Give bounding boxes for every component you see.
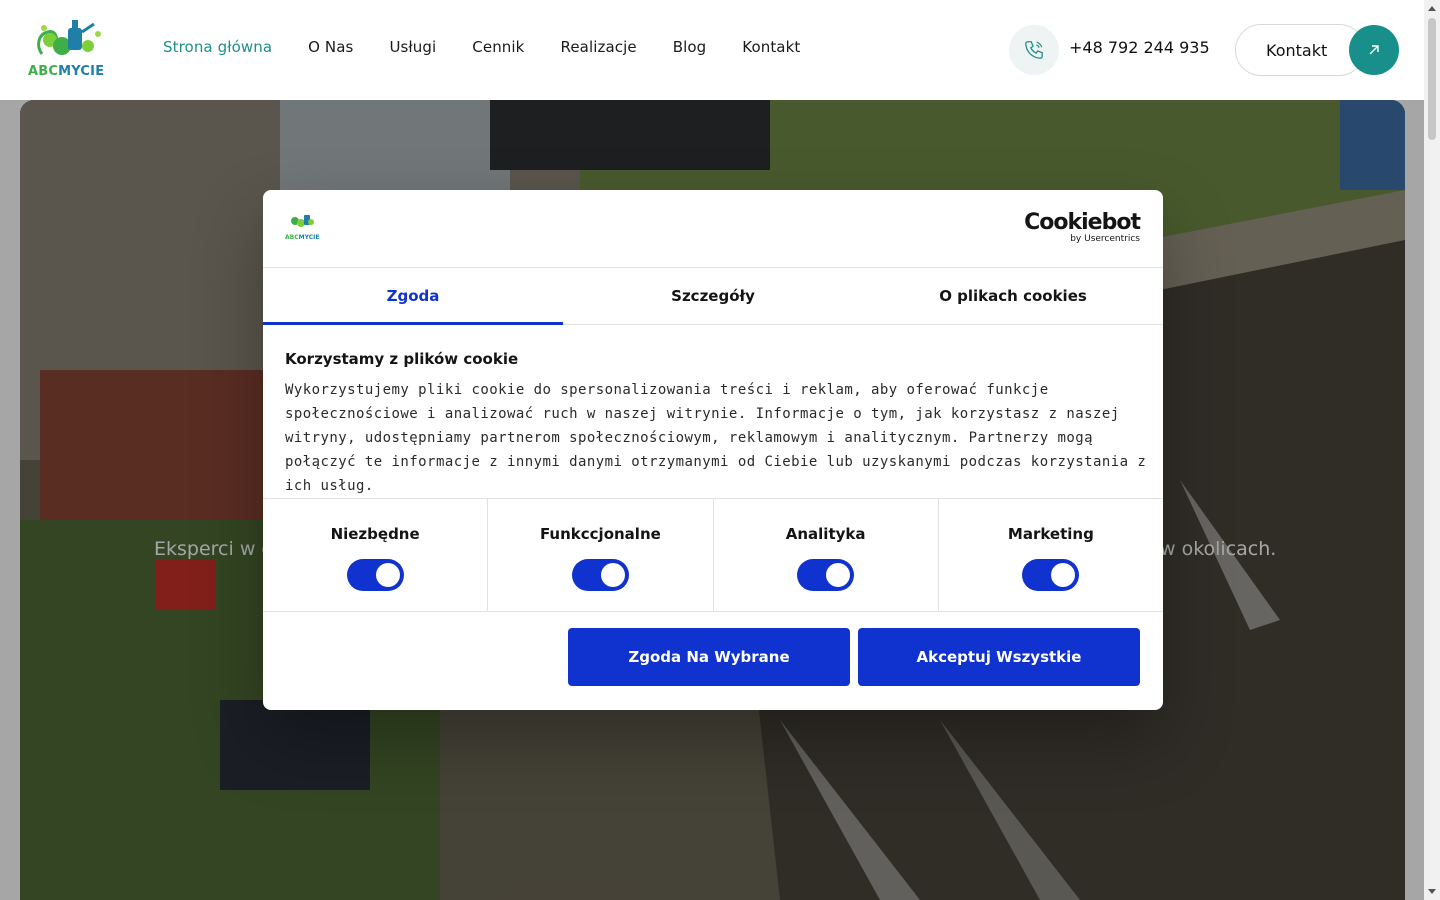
logo-text-mycie: MYCIE bbox=[58, 64, 105, 79]
logo-text-abc: ABC bbox=[28, 64, 59, 79]
cookie-dialog-body: Korzystamy z plików cookie Wykorzystujem… bbox=[285, 350, 1146, 498]
switch-knob bbox=[826, 563, 851, 587]
cookie-site-logo-text: ABCMYCIE bbox=[285, 234, 321, 241]
allow-all-button[interactable]: Akceptuj Wszystkie bbox=[858, 628, 1140, 686]
main-nav: Strona główna O Nas Usługi Cennik Realiz… bbox=[163, 38, 800, 56]
nav-item-blog[interactable]: Blog bbox=[673, 38, 707, 56]
cookiebot-logo[interactable]: Cookiebot by Usercentrics bbox=[1024, 210, 1141, 245]
cookie-consent-dialog: ABCMYCIE Cookiebot by Usercentrics Zgoda… bbox=[263, 190, 1163, 710]
logo-mark-icon bbox=[37, 20, 101, 55]
toggle-necessary-switch[interactable] bbox=[346, 559, 404, 591]
site-logo-icon bbox=[291, 215, 314, 227]
toggle-necessary-label: Niezbędne bbox=[330, 525, 420, 543]
scroll-up-icon[interactable] bbox=[1428, 6, 1436, 11]
toggle-marketing-label: Marketing bbox=[1007, 525, 1094, 543]
toggle-analytics-label: Analityka bbox=[785, 525, 866, 543]
switch-knob bbox=[600, 563, 625, 587]
site-logo[interactable]: ABCMYCIE bbox=[28, 16, 112, 80]
toggle-functional: Funkccjonalne bbox=[488, 499, 714, 611]
site-header: ABCMYCIE Strona główna O Nas Usługi Cenn… bbox=[0, 0, 1424, 100]
phone-icon bbox=[1025, 41, 1043, 59]
nav-item-projects[interactable]: Realizacje bbox=[560, 38, 636, 56]
toggle-necessary: Niezbędne bbox=[263, 499, 489, 611]
phone-number[interactable]: +48 792 244 935 bbox=[1069, 38, 1210, 57]
cookie-site-logo-mycie: MYCIE bbox=[298, 234, 320, 241]
switch-knob bbox=[375, 563, 400, 587]
nav-item-home[interactable]: Strona główna bbox=[163, 38, 272, 56]
arrow-up-right-icon bbox=[1369, 45, 1379, 55]
scrollbar-thumb[interactable] bbox=[1428, 18, 1436, 140]
switch-knob bbox=[1051, 563, 1076, 587]
nav-item-contact[interactable]: Kontakt bbox=[742, 38, 800, 56]
toggle-analytics-switch[interactable] bbox=[797, 559, 855, 591]
tab-details[interactable]: Szczegóły bbox=[563, 268, 863, 324]
cookie-dialog-text: Wykorzystujemy pliki cookie do spersonal… bbox=[285, 382, 1147, 494]
toggle-marketing: Marketing bbox=[939, 499, 1163, 611]
cookie-dialog-heading: Korzystamy z plików cookie bbox=[285, 350, 519, 368]
logo-text: ABCMYCIE bbox=[28, 64, 104, 79]
cookie-tabs: Zgoda Szczegóły O plikach cookies bbox=[263, 268, 1163, 325]
cookie-site-logo: ABCMYCIE bbox=[285, 212, 321, 241]
cookie-dialog-header: ABCMYCIE Cookiebot by Usercentrics bbox=[263, 190, 1163, 268]
allow-selection-button[interactable]: Zgoda Na Wybrane bbox=[568, 628, 850, 686]
nav-item-pricing[interactable]: Cennik bbox=[472, 38, 524, 56]
nav-item-services[interactable]: Usługi bbox=[389, 38, 436, 56]
page-scrollbar[interactable] bbox=[1424, 0, 1440, 900]
scroll-down-icon[interactable] bbox=[1428, 889, 1436, 894]
contact-button-label: Kontakt bbox=[1266, 40, 1328, 60]
phone-button[interactable] bbox=[1009, 25, 1059, 75]
toggle-analytics: Analityka bbox=[714, 499, 939, 611]
contact-button[interactable]: Kontakt bbox=[1235, 24, 1365, 76]
cookiebot-sub-brand: by Usercentrics bbox=[1070, 234, 1140, 244]
cookie-site-logo-abc: ABC bbox=[285, 234, 299, 241]
cookiebot-brand: Cookiebot bbox=[1024, 210, 1141, 235]
nav-item-about[interactable]: O Nas bbox=[308, 38, 353, 56]
cookie-category-toggles: Niezbędne Funkccjonalne Analityka Market… bbox=[263, 498, 1163, 612]
tab-about-cookies[interactable]: O plikach cookies bbox=[863, 268, 1163, 324]
tab-consent[interactable]: Zgoda bbox=[263, 268, 563, 325]
contact-arrow-button[interactable] bbox=[1349, 25, 1399, 75]
toggle-marketing-switch[interactable] bbox=[1022, 559, 1080, 591]
toggle-functional-switch[interactable] bbox=[571, 559, 629, 591]
toggle-functional-label: Funkccjonalne bbox=[539, 525, 661, 543]
